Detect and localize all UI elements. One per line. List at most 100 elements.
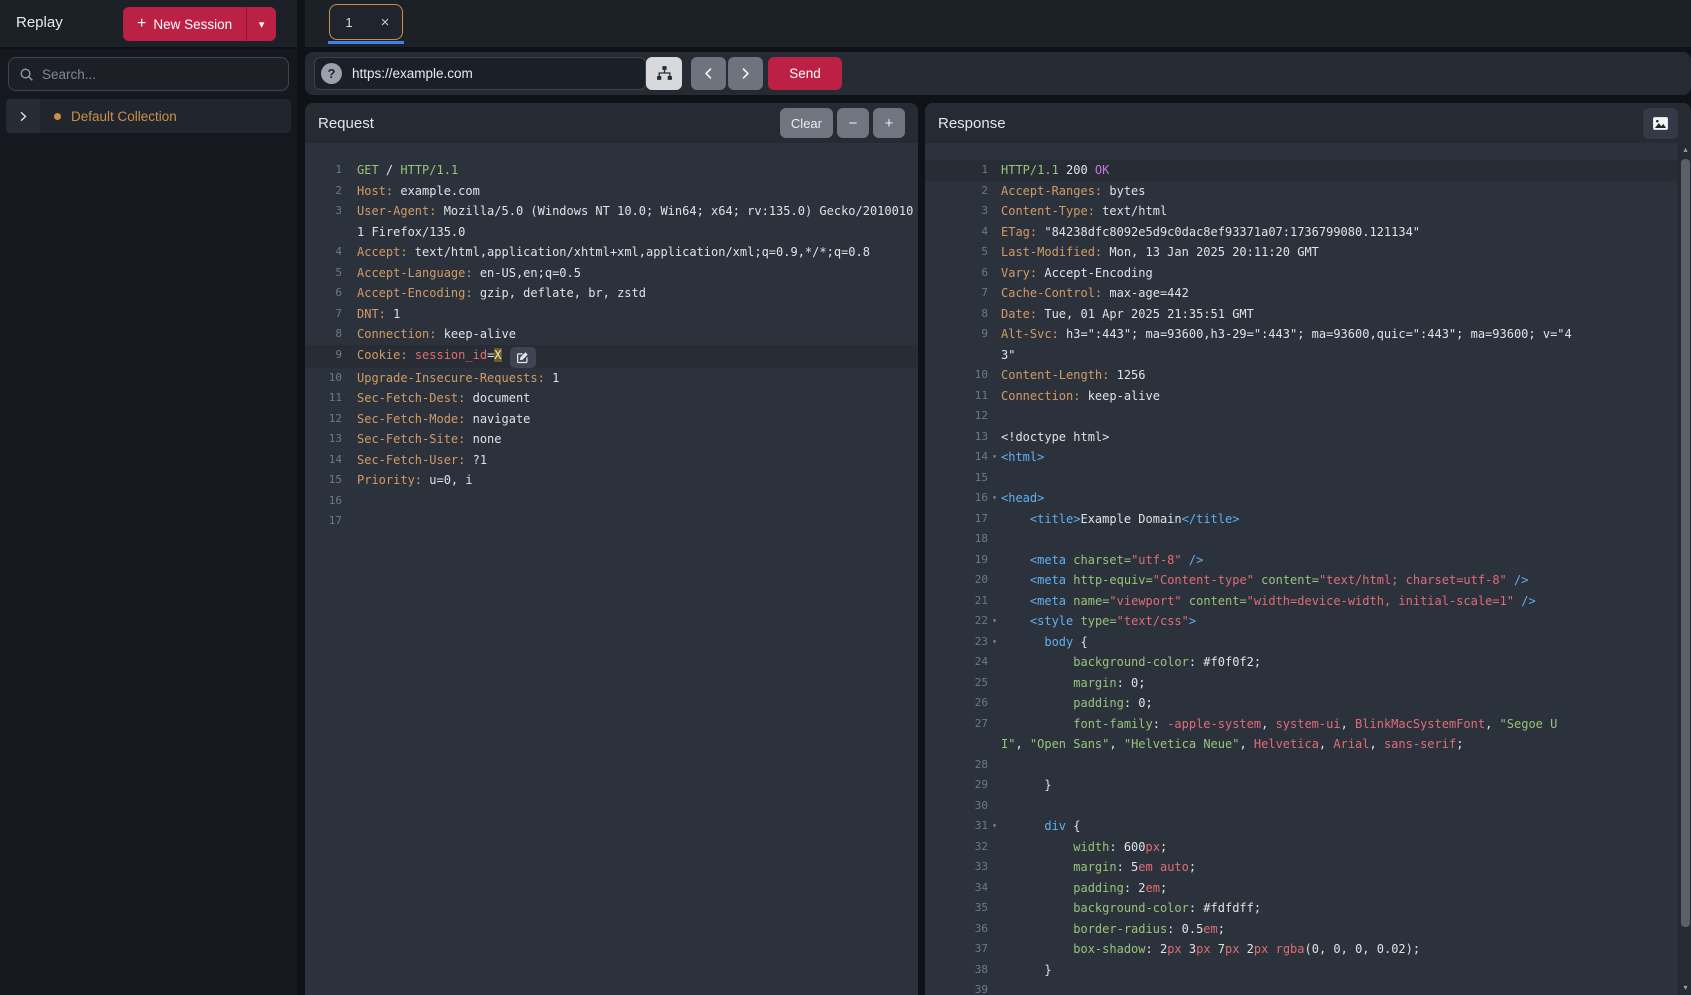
code-line[interactable]: 16 (305, 491, 918, 512)
fold-gutter (988, 939, 1001, 960)
code-line[interactable]: 9Cookie: session_id=X (305, 345, 918, 368)
code-line[interactable]: 12Sec-Fetch-Mode: navigate (305, 409, 918, 430)
code-line[interactable]: 33 margin: 5em auto; (925, 857, 1691, 878)
code-line[interactable]: 31▾ div { (925, 816, 1691, 837)
help-icon[interactable]: ? (321, 63, 342, 84)
code-line[interactable]: 26 padding: 0; (925, 693, 1691, 714)
code-line[interactable]: 5Last-Modified: Mon, 13 Jan 2025 20:11:2… (925, 242, 1691, 263)
scrollbar-thumb[interactable] (1681, 159, 1690, 927)
fold-gutter (988, 570, 1001, 591)
code-line[interactable]: 21 <meta name="viewport" content="width=… (925, 591, 1691, 612)
code-line[interactable]: 22▾ <style type="text/css"> (925, 611, 1691, 632)
code-line[interactable]: 3Content-Type: text/html (925, 201, 1691, 222)
code-line[interactable]: 7DNT: 1 (305, 304, 918, 325)
line-number: 1 (925, 160, 988, 181)
send-button[interactable]: Send (768, 57, 842, 90)
expand-collection-button[interactable] (6, 99, 40, 133)
sitemap-button[interactable] (646, 57, 682, 90)
code-line[interactable]: 4ETag: "84238dfc8092e5d9c0dac8ef93371a07… (925, 222, 1691, 243)
code-line[interactable]: 25 margin: 0; (925, 673, 1691, 694)
code-line[interactable]: 39 (925, 980, 1691, 995)
code-line[interactable]: 4Accept: text/html,application/xhtml+xml… (305, 242, 918, 263)
code-line[interactable]: 10Upgrade-Insecure-Requests: 1 (305, 368, 918, 389)
code-text: Content-Type: text/html (1001, 201, 1691, 222)
code-line[interactable]: 1HTTP/1.1 200 OK (925, 160, 1691, 181)
code-line[interactable]: 10Content-Length: 1256 (925, 365, 1691, 386)
code-line[interactable]: 27 font-family: -apple-system, system-ui… (925, 714, 1691, 755)
line-number: 25 (925, 673, 988, 694)
code-line[interactable]: 24 background-color: #f0f0f2; (925, 652, 1691, 673)
history-forward-button[interactable] (728, 57, 763, 90)
code-line[interactable]: 15Priority: u=0, i (305, 470, 918, 491)
code-line[interactable]: 20 <meta http-equiv="Content-type" conte… (925, 570, 1691, 591)
fold-gutter (988, 960, 1001, 981)
code-line[interactable]: 28 (925, 755, 1691, 776)
code-line[interactable]: 30 (925, 796, 1691, 817)
code-line[interactable]: 6Vary: Accept-Encoding (925, 263, 1691, 284)
history-back-button[interactable] (691, 57, 726, 90)
code-line[interactable]: 12 (925, 406, 1691, 427)
code-line[interactable]: 17 (305, 511, 918, 532)
line-number: 11 (925, 386, 988, 407)
code-line[interactable]: 29 } (925, 775, 1691, 796)
code-line[interactable]: 9Alt-Svc: h3=":443"; ma=93600,h3-29=":44… (925, 324, 1691, 365)
code-line[interactable]: 19 <meta charset="utf-8" /> (925, 550, 1691, 571)
increase-font-button[interactable]: + (873, 108, 905, 138)
new-session-dropdown-button[interactable]: ▾ (246, 7, 276, 41)
code-line[interactable]: 37 box-shadow: 2px 3px 7px 2px rgba(0, 0… (925, 939, 1691, 960)
code-line[interactable]: 7Cache-Control: max-age=442 (925, 283, 1691, 304)
code-text: Sec-Fetch-User: ?1 (357, 450, 918, 471)
fold-toggle-icon[interactable]: ▾ (988, 632, 1001, 653)
code-line[interactable]: 38 } (925, 960, 1691, 981)
code-line[interactable]: 14▾<html> (925, 447, 1691, 468)
code-line[interactable]: 35 background-color: #fdfdff; (925, 898, 1691, 919)
response-editor[interactable]: 1HTTP/1.1 200 OK2Accept-Ranges: bytes3Co… (925, 143, 1691, 995)
request-panel-header: Request Clear − + (305, 103, 918, 143)
code-line[interactable]: 2Host: example.com (305, 181, 918, 202)
code-line[interactable]: 13<!doctype html> (925, 427, 1691, 448)
code-line[interactable]: 34 padding: 2em; (925, 878, 1691, 899)
fold-gutter (988, 857, 1001, 878)
new-session-button[interactable]: + New Session ▾ (123, 7, 276, 41)
close-tab-icon[interactable]: × (368, 14, 402, 31)
fold-toggle-icon[interactable]: ▾ (988, 816, 1001, 837)
code-line[interactable]: 18 (925, 529, 1691, 550)
fold-gutter (342, 450, 357, 471)
clear-request-button[interactable]: Clear (780, 108, 833, 138)
sidebar-item-default-collection[interactable]: Default Collection (6, 99, 291, 133)
code-line[interactable]: 6Accept-Encoding: gzip, deflate, br, zst… (305, 283, 918, 304)
code-line[interactable]: 3User-Agent: Mozilla/5.0 (Windows NT 10.… (305, 201, 918, 242)
code-line[interactable]: 5Accept-Language: en-US,en;q=0.5 (305, 263, 918, 284)
fold-toggle-icon[interactable]: ▾ (988, 488, 1001, 509)
scroll-up-icon[interactable]: ▴ (1679, 143, 1691, 157)
code-line[interactable]: 11Sec-Fetch-Dest: document (305, 388, 918, 409)
code-line[interactable]: 8Connection: keep-alive (305, 324, 918, 345)
fold-toggle-icon[interactable]: ▾ (988, 611, 1001, 632)
request-editor[interactable]: 1GET / HTTP/1.12Host: example.com3User-A… (305, 143, 918, 995)
fold-gutter (988, 427, 1001, 448)
code-line[interactable]: 13Sec-Fetch-Site: none (305, 429, 918, 450)
code-line[interactable]: 1GET / HTTP/1.1 (305, 160, 918, 181)
decrease-font-button[interactable]: − (837, 108, 869, 138)
response-scrollbar[interactable]: ▴ ▾ (1678, 143, 1691, 995)
session-tab-1[interactable]: 1 × (329, 4, 403, 40)
code-line[interactable]: 11Connection: keep-alive (925, 386, 1691, 407)
code-line[interactable]: 17 <title>Example Domain</title> (925, 509, 1691, 530)
code-text: } (1001, 960, 1691, 981)
url-input[interactable]: ? https://example.com (314, 57, 646, 90)
scroll-down-icon[interactable]: ▾ (1679, 981, 1691, 995)
edit-cookie-button[interactable] (510, 347, 536, 368)
render-preview-button[interactable] (1643, 108, 1678, 139)
code-line[interactable]: 36 border-radius: 0.5em; (925, 919, 1691, 940)
fold-gutter (988, 242, 1001, 263)
code-line[interactable]: 14Sec-Fetch-User: ?1 (305, 450, 918, 471)
code-line[interactable]: 23▾ body { (925, 632, 1691, 653)
code-line[interactable]: 16▾<head> (925, 488, 1691, 509)
code-line[interactable]: 15 (925, 468, 1691, 489)
fold-toggle-icon[interactable]: ▾ (988, 447, 1001, 468)
code-line[interactable]: 8Date: Tue, 01 Apr 2025 21:35:51 GMT (925, 304, 1691, 325)
search-input[interactable]: Search... (8, 57, 289, 91)
code-line[interactable]: 2Accept-Ranges: bytes (925, 181, 1691, 202)
code-text: Sec-Fetch-Site: none (357, 429, 918, 450)
code-line[interactable]: 32 width: 600px; (925, 837, 1691, 858)
